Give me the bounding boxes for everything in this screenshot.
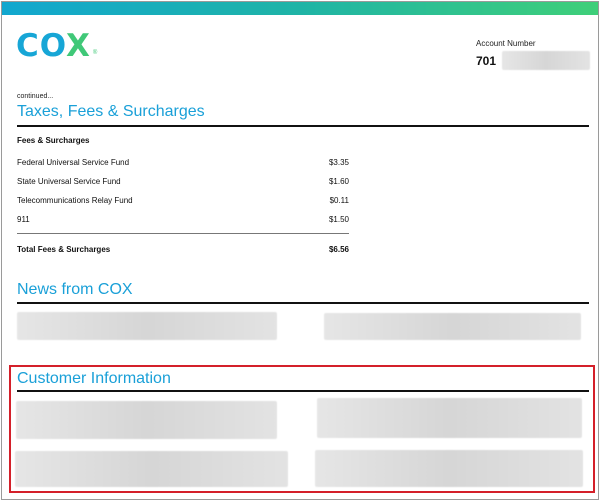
customer-redaction-top-right	[317, 398, 582, 438]
news-section-rule	[17, 302, 589, 304]
customer-redaction-top-left	[16, 401, 277, 439]
fee-label: Telecommunications Relay Fund	[17, 196, 133, 205]
account-block: Account Number 701	[476, 39, 591, 70]
customer-redaction-bottom-right	[315, 450, 583, 487]
news-redaction-left	[17, 312, 277, 340]
fees-total-divider	[17, 233, 349, 234]
fees-table: Fees & Surcharges Federal Universal Serv…	[17, 136, 349, 259]
fee-total-row: Total Fees & Surcharges $6.56	[17, 240, 349, 259]
fee-amount: $3.35	[328, 158, 349, 167]
account-number-redaction	[502, 51, 591, 70]
account-number: 701	[476, 53, 497, 68]
fee-amount: $1.60	[328, 177, 349, 186]
news-section-title: News from COX	[17, 281, 133, 298]
fee-row: 911 $1.50	[17, 210, 349, 229]
fee-total-amount: $6.56	[328, 245, 349, 254]
fee-total-label: Total Fees & Surcharges	[17, 245, 111, 254]
fee-amount: $1.50	[328, 215, 349, 224]
customer-section-rule	[17, 390, 589, 392]
cox-logo: COX ®	[16, 30, 97, 62]
customer-section-title: Customer Information	[17, 370, 171, 387]
continued-label: continued...	[17, 93, 54, 100]
account-number-label: Account Number	[476, 39, 536, 48]
fee-row: Telecommunications Relay Fund $0.11	[17, 191, 349, 210]
fee-row: State Universal Service Fund $1.60	[17, 172, 349, 191]
fee-row: Federal Universal Service Fund $3.35	[17, 153, 349, 172]
brand-gradient-bar	[2, 2, 598, 15]
fee-label: State Universal Service Fund	[17, 177, 121, 186]
taxes-section-rule	[17, 125, 589, 127]
fee-label: 911	[17, 215, 30, 224]
logo-text: COX	[16, 28, 91, 64]
fee-amount: $0.11	[329, 196, 349, 205]
customer-redaction-bottom-left	[15, 451, 288, 487]
registered-mark: ®	[92, 50, 98, 56]
fees-subheading: Fees & Surcharges	[17, 136, 90, 145]
fee-label: Federal Universal Service Fund	[17, 158, 130, 167]
news-redaction-right	[324, 313, 581, 340]
taxes-section-title: Taxes, Fees & Surcharges	[17, 103, 205, 120]
bill-page: COX ® Account Number 701 continued... Ta…	[1, 1, 599, 500]
